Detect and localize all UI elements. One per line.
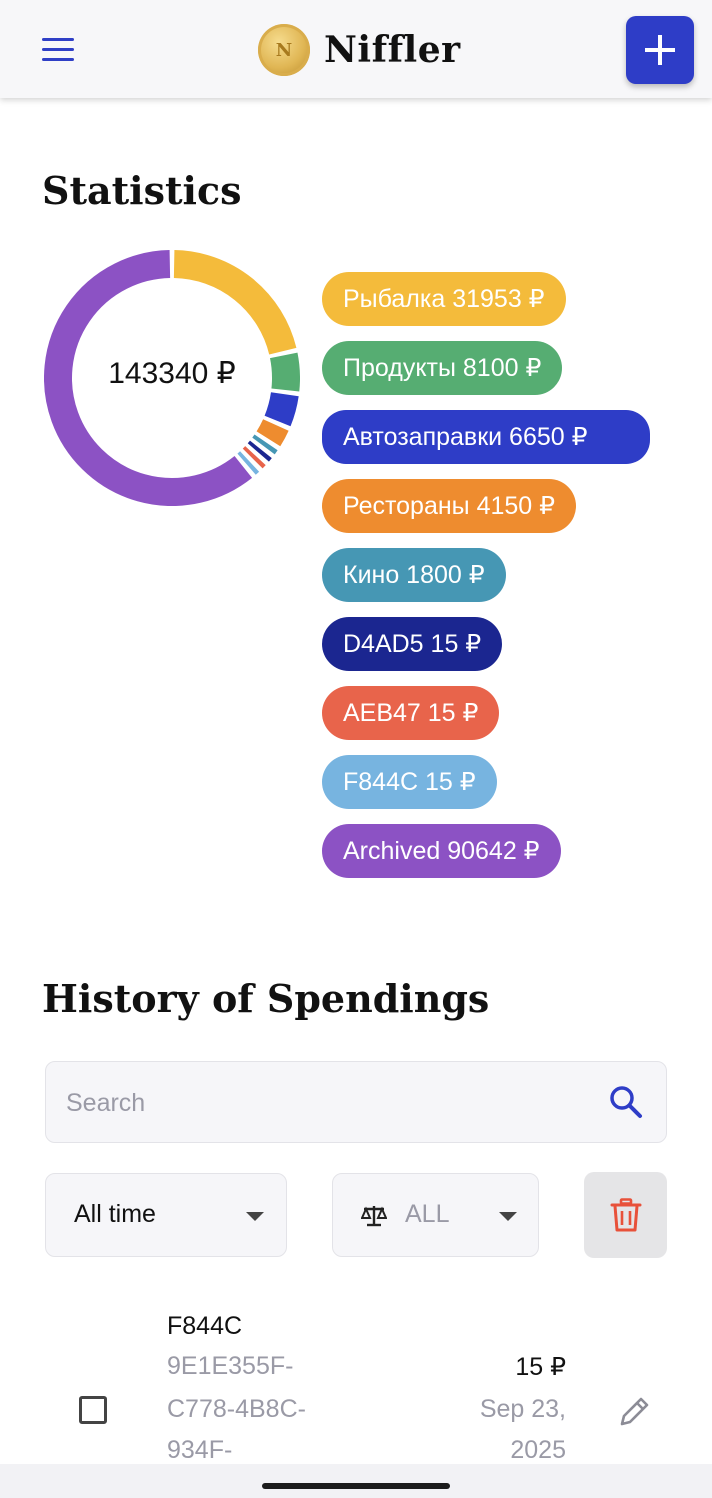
donut-slice-4 [256,418,289,447]
legend-chip: Автозаправки 6650 ₽ [322,410,650,464]
spending-category: F844C [167,1312,243,1340]
legend-chip: Archived 90642 ₽ [322,824,561,878]
period-select-value: All time [74,1200,156,1228]
hamburger-icon [42,38,74,41]
statistics-legend: Рыбалка 31953 ₽ Продукты 8100 ₽ Автозапр… [322,272,662,893]
legend-chip: Кино 1800 ₽ [322,548,506,602]
spending-date-line: Sep 23, [479,1395,566,1423]
pencil-icon[interactable] [618,1394,652,1428]
spending-description-line: 9E1E355F- [167,1352,294,1380]
trash-icon [610,1198,641,1232]
currency-select-value: ALL [405,1200,450,1228]
legend-chip: Продукты 8100 ₽ [322,341,563,395]
search-input[interactable] [64,1062,588,1144]
chevron-down-icon [246,1212,264,1221]
row-select-checkbox[interactable] [79,1396,107,1424]
add-spending-button[interactable] [626,16,694,84]
legend-chip: D4AD5 15 ₽ [322,617,503,671]
legend-chip: Рыбалка 31953 ₽ [322,272,566,326]
donut-slice-5 [252,434,278,455]
donut-slice-8 [237,451,260,475]
search-box [45,1061,667,1144]
coin-logo-icon: N [258,24,310,76]
menu-button[interactable] [38,34,80,66]
donut-slice-6 [247,440,272,462]
statistics-title: Statistics [42,168,242,213]
plus-icon [645,35,675,65]
app-header: N Niffler [0,0,712,98]
legend-chip: F844C 15 ₽ [322,755,497,809]
spending-amount: 15 ₽ [515,1353,566,1381]
donut-slice-1 [173,250,297,355]
donut-total: 143340 ₽ [108,357,236,390]
period-select[interactable]: All time [45,1173,287,1257]
chevron-down-icon [499,1212,517,1221]
scales-icon [361,1206,387,1227]
spending-description-line: 934F- [167,1436,233,1464]
spending-description-line: C778-4B8C- [167,1395,306,1423]
home-indicator[interactable] [262,1483,450,1489]
app-name: Niffler [324,29,461,71]
currency-select[interactable]: ALL [332,1173,539,1257]
donut-slice-7 [242,446,266,469]
system-bottom-area [0,1464,712,1498]
legend-chip: Рестораны 4150 ₽ [322,479,577,533]
delete-button[interactable] [584,1172,667,1258]
donut-slice-3 [264,391,299,427]
spending-date-line: 2025 [510,1436,566,1464]
history-title: History of Spendings [42,976,490,1021]
legend-chip: AEB47 15 ₽ [322,686,500,740]
logo[interactable]: N Niffler [258,22,461,78]
search-icon[interactable] [608,1084,644,1120]
